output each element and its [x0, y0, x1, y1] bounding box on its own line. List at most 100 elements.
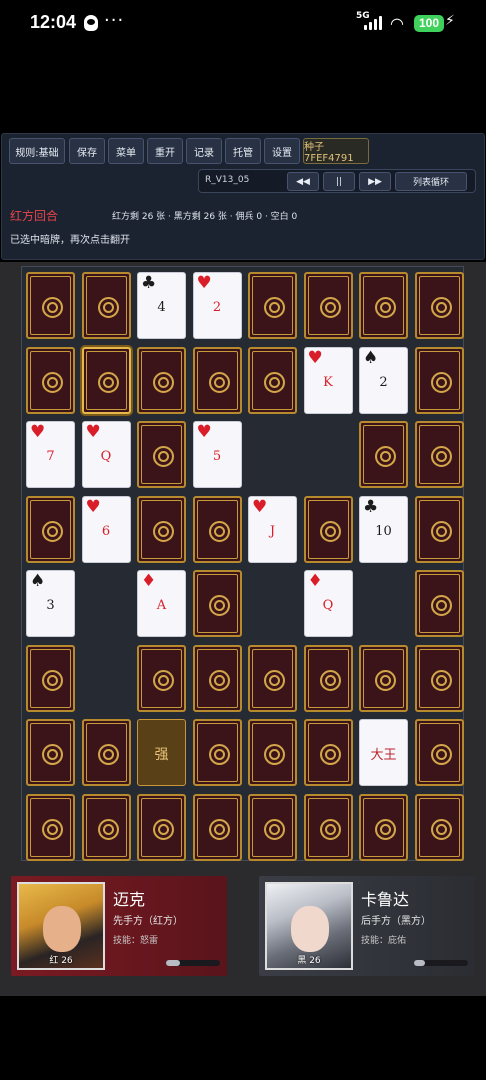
card-back[interactable] — [303, 272, 353, 339]
card-face[interactable]: ♥ J — [248, 495, 297, 563]
card-back[interactable] — [137, 346, 186, 414]
card-back[interactable] — [303, 495, 353, 563]
seed-button[interactable]: 种子 7FEF4791 — [303, 138, 369, 164]
card-back[interactable] — [359, 421, 408, 488]
auto-play-button[interactable]: 托管 — [225, 138, 261, 164]
card-face[interactable]: ♦ A — [137, 570, 186, 637]
suit-icon: ♠ — [30, 571, 46, 591]
card-face[interactable]: ♥ 2 — [192, 272, 242, 339]
clock: 12:04 — [30, 12, 77, 32]
card-back[interactable] — [192, 346, 242, 414]
card-back[interactable] — [414, 346, 464, 414]
joker-card[interactable]: 大王 — [359, 719, 408, 786]
card-back[interactable] — [26, 719, 75, 786]
card-back[interactable] — [137, 793, 186, 861]
save-button[interactable]: 保存 — [69, 138, 105, 164]
card-back[interactable] — [26, 495, 75, 563]
card-back[interactable] — [81, 719, 131, 786]
card-face[interactable]: ♥ 6 — [81, 495, 131, 563]
player-name: 卡鲁达 — [361, 890, 410, 909]
card-back[interactable] — [192, 644, 242, 712]
card-back[interactable] — [137, 495, 186, 563]
qq-icon — [84, 15, 98, 31]
card-back[interactable] — [303, 644, 353, 712]
card-back[interactable] — [137, 644, 186, 712]
card-back[interactable] — [192, 719, 242, 786]
card-rank: A — [156, 598, 167, 613]
card-back[interactable] — [414, 272, 464, 339]
card-back[interactable] — [137, 421, 186, 488]
card-back[interactable] — [248, 719, 297, 786]
card-back[interactable] — [192, 793, 242, 861]
card-back[interactable] — [359, 272, 408, 339]
card-rank: 3 — [46, 598, 55, 613]
card-face[interactable]: ♥ 5 — [192, 421, 242, 488]
card-rank: 2 — [212, 300, 222, 315]
card-rank: Q — [100, 449, 112, 464]
player-count-tag: 红 26 — [49, 956, 73, 966]
card-back[interactable] — [26, 793, 75, 861]
hint-message: 已选中暗牌，再次点击翻开 — [10, 235, 130, 246]
suit-icon: ♦ — [141, 571, 157, 591]
card-rank: 4 — [157, 300, 166, 315]
player-role: 后手方（黑方） — [361, 916, 431, 927]
forward-button[interactable]: ▶▶ — [359, 172, 391, 191]
suit-icon: ♥ — [85, 496, 101, 517]
suit-icon: ♣ — [363, 496, 379, 517]
card-back[interactable] — [303, 793, 353, 861]
player-card-red: 红 26 迈克 先手方（红方） 技能：怒雷 — [11, 876, 227, 976]
card-back[interactable] — [81, 272, 131, 339]
record-button[interactable]: 记录 — [186, 138, 222, 164]
player-progress — [414, 960, 468, 966]
more-notifications-icon: ··· — [104, 10, 125, 31]
player-role: 先手方（红方） — [113, 916, 183, 927]
restart-button[interactable]: 重开 — [147, 138, 183, 164]
card-back[interactable] — [248, 272, 297, 339]
card-back[interactable] — [414, 570, 464, 637]
player-progress-fill — [166, 960, 180, 966]
card-back[interactable] — [248, 793, 297, 861]
card-back[interactable] — [26, 346, 75, 414]
card-back[interactable] — [303, 719, 353, 786]
card-face[interactable]: ♥ K — [303, 346, 353, 414]
player-skill: 技能：怒雷 — [113, 936, 159, 946]
card-rank: Q — [322, 598, 334, 613]
rewind-button[interactable]: ◀◀ — [287, 172, 319, 191]
card-back[interactable] — [414, 719, 464, 786]
charging-icon: ⚡ — [445, 13, 455, 29]
player-progress — [166, 960, 220, 966]
card-back[interactable] — [359, 793, 408, 861]
loop-mode-button[interactable]: 列表循环 — [395, 172, 467, 191]
settings-button[interactable]: 设置 — [264, 138, 300, 164]
suit-icon: ♥ — [85, 422, 101, 442]
battery-icon: 100 — [414, 15, 444, 32]
card-face[interactable]: ♥ Q — [81, 421, 131, 488]
menu-button[interactable]: 菜单 — [108, 138, 144, 164]
card-back[interactable] — [192, 495, 242, 563]
card-face[interactable]: ♣ 10 — [359, 495, 408, 563]
card-face[interactable]: ♠ 2 — [359, 346, 408, 414]
rules-button[interactable]: 规则:基础 — [9, 138, 65, 164]
card-back[interactable] — [81, 793, 131, 861]
card-back-selected[interactable] — [81, 346, 131, 414]
card-back[interactable] — [414, 495, 464, 563]
game-board: ♣ 4 ♥ 2 ♥ K ♠ 2 ♥ 7 ♥ Q ♥ 5 ♥ 6 ♥ J ♣ 10 ♠ 3 ♦ A ♦ Q 强大王 — [21, 266, 464, 861]
card-back[interactable] — [26, 644, 75, 712]
card-back[interactable] — [414, 421, 464, 488]
card-counts: 红方剩 26 张 · 黑方剩 26 张 · 佣兵 0 · 空白 0 — [112, 212, 298, 222]
card-back[interactable] — [248, 644, 297, 712]
card-face[interactable]: ♦ Q — [303, 570, 353, 637]
card-face[interactable]: ♠ 3 — [26, 570, 75, 637]
pause-button[interactable]: || — [323, 172, 355, 191]
card-back[interactable] — [26, 272, 75, 339]
card-back[interactable] — [414, 644, 464, 712]
suit-icon: ♣ — [141, 273, 157, 293]
card-back[interactable] — [192, 570, 242, 637]
control-panel: 规则:基础 保存 菜单 重开 记录 托管 设置 种子 7FEF4791 R_V1… — [1, 133, 485, 260]
card-back[interactable] — [414, 793, 464, 861]
mercenary-card[interactable]: 强 — [137, 719, 186, 786]
card-back[interactable] — [248, 346, 297, 414]
card-face[interactable]: ♥ 7 — [26, 421, 75, 488]
card-back[interactable] — [359, 644, 408, 712]
card-face[interactable]: ♣ 4 — [137, 272, 186, 339]
